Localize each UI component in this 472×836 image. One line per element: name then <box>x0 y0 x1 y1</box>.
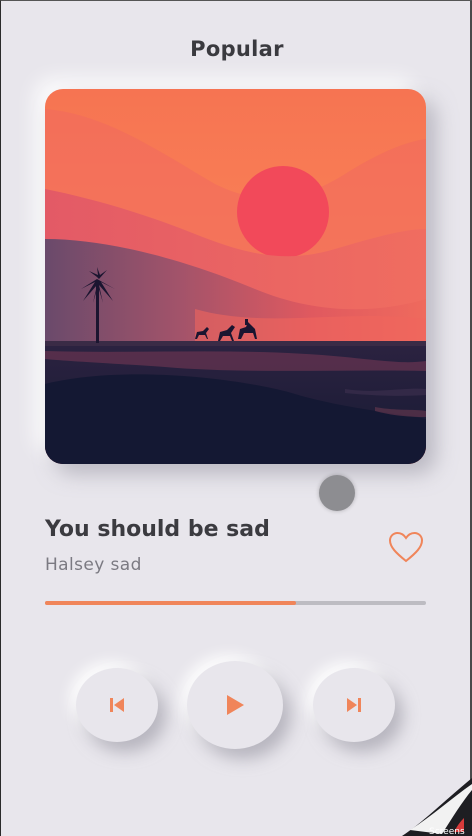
scrub-handle[interactable] <box>319 475 355 511</box>
play-icon <box>227 695 244 715</box>
play-button[interactable] <box>187 661 283 749</box>
skip-previous-icon <box>110 698 124 712</box>
progress-bar[interactable] <box>45 601 426 605</box>
album-artwork-image <box>45 89 426 464</box>
like-button[interactable] <box>388 531 424 563</box>
skip-next-icon <box>347 698 361 712</box>
track-title: You should be sad <box>45 517 270 542</box>
screenshot-label: Screens <box>429 827 465 836</box>
track-artist: Halsey sad <box>45 555 142 575</box>
album-cover[interactable] <box>45 89 426 464</box>
previous-button[interactable] <box>76 668 158 742</box>
progress-fill <box>45 601 297 605</box>
page-title: Popular <box>190 37 284 61</box>
heart-outline-icon <box>388 531 424 563</box>
next-button[interactable] <box>313 668 395 742</box>
music-player-screen: Popular You should be sad Halsey sad Scr… <box>0 0 472 836</box>
